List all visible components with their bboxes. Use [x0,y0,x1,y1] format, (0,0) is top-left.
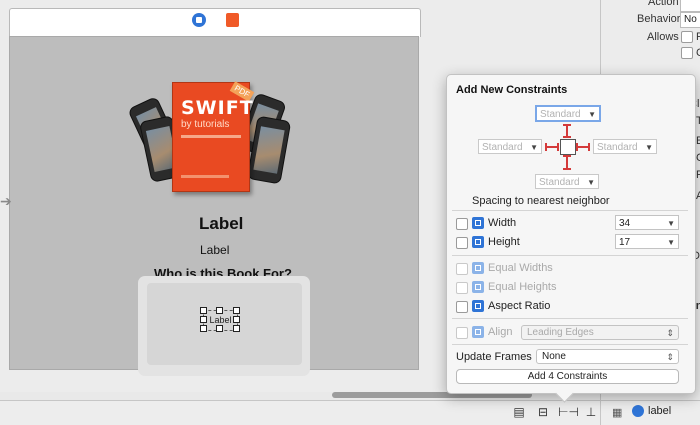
grid-icon[interactable]: ▦ [612,406,622,419]
behavior-label: Behavior [637,13,681,25]
scene-dock [9,8,421,37]
book-cover-image: PDF SWIFT by tutorials [172,81,255,192]
align-value: Leading Edges [527,327,594,338]
divider [452,255,688,256]
update-frames-value: None [542,351,566,362]
height-value: 17 [619,237,631,248]
cover-stripe [181,135,241,138]
resize-handle[interactable] [216,325,223,332]
align-label: Align [488,326,513,338]
book-subtitle-text: by tutorials [181,119,230,130]
inspector-item: E [696,135,700,147]
top-spacing-combo[interactable]: Standard ▼ [535,105,601,122]
updown-chevron-icon: ⇕ [666,328,674,338]
resize-handle[interactable] [200,325,207,332]
align-icon[interactable]: ⊟ [534,403,552,421]
strut-cap [576,143,578,151]
resolve-issues-icon[interactable]: ⊥ [582,403,600,421]
divider [452,210,688,211]
strut-cap [557,143,559,151]
aspect-ratio-icon [472,300,484,312]
aspect-ratio-checkbox[interactable] [456,301,468,313]
aspect-ratio-label: Aspect Ratio [488,300,551,312]
divider [452,344,688,345]
inspector-item: F [696,169,700,181]
align-icon [472,326,484,338]
inspector-item: T [696,115,700,127]
resize-handle[interactable] [233,307,240,314]
allows-option: C [696,47,700,59]
book-title-text: SWIFT [181,97,254,119]
left-spacing-combo[interactable]: Standard ▼ [478,139,542,154]
width-value: 34 [619,218,631,229]
updown-chevron-icon: ⇕ [666,352,674,362]
chevron-down-icon: ▼ [645,143,653,152]
resize-handle[interactable] [216,307,223,314]
resize-handle[interactable] [200,316,207,323]
bottom-spacing-combo[interactable]: Standard ▼ [535,174,599,189]
right-spacing-placeholder: Standard [597,142,638,153]
action-label: Action [648,0,679,8]
strut-cap [545,143,547,151]
width-icon [472,217,484,229]
update-frames-popup[interactable]: None ⇕ [536,349,679,364]
height-value-field[interactable]: 17 ▼ [615,234,679,249]
resize-handle[interactable] [233,316,240,323]
resize-handle[interactable] [233,325,240,332]
view-controller-icon[interactable] [192,13,206,27]
chevron-down-icon: ▼ [530,143,538,152]
equal-heights-label: Equal Heights [488,281,557,293]
strut-cap [588,143,590,151]
height-icon [472,236,484,248]
resize-handle[interactable] [200,307,207,314]
equal-heights-icon [472,281,484,293]
left-spacing-placeholder: Standard [482,142,523,153]
height-checkbox[interactable] [456,237,468,249]
constraint-target-box [560,139,576,155]
segue-arrow-icon: ➔ [0,193,12,209]
strut-cap [563,136,571,138]
subtitle-label[interactable]: Label [200,243,229,257]
right-spacing-combo[interactable]: Standard ▼ [593,139,657,154]
equal-widths-label: Equal Widths [488,262,553,274]
spacing-caption: Spacing to nearest neighbor [472,195,610,207]
chevron-down-icon: ▼ [587,178,595,187]
allows-checkbox[interactable] [681,47,693,59]
inspector-item: C [696,152,700,164]
inspector-item: A [696,190,700,202]
stack-icon[interactable]: ▤ [510,403,528,421]
update-frames-label: Update Frames [456,351,532,363]
pin-icon[interactable]: ⊢⊣ [558,403,579,421]
height-label: Height [488,236,520,248]
strut-cap [563,124,571,126]
align-popup[interactable]: Leading Edges ⇕ [521,325,679,340]
selected-object-name[interactable]: label [648,405,671,417]
chevron-down-icon: ▼ [667,219,675,228]
cover-stripe [181,175,229,178]
first-responder-icon[interactable] [226,13,239,27]
chevron-down-icon: ▼ [667,238,675,247]
strut-cap [563,155,571,157]
title-label[interactable]: Label [199,214,243,234]
width-label: Width [488,217,517,229]
width-checkbox[interactable] [456,218,468,230]
chevron-down-icon: ▼ [588,110,596,119]
equal-widths-checkbox[interactable] [456,263,468,275]
allows-checkbox[interactable] [681,31,693,43]
bottom-spacing-placeholder: Standard [539,177,580,188]
popover-title: Add New Constraints [456,84,568,96]
top-spacing-placeholder: Standard [540,109,581,120]
allows-option: F [696,31,700,43]
object-icon [632,405,644,417]
action-field[interactable] [680,0,700,12]
add-constraints-button[interactable]: Add 4 Constraints [456,369,679,384]
allows-label: Allows [647,31,679,43]
equal-widths-icon [472,262,484,274]
behavior-popup[interactable]: No [680,12,700,28]
divider [452,318,688,319]
equal-heights-checkbox[interactable] [456,282,468,294]
width-value-field[interactable]: 34 ▼ [615,215,679,230]
strut-cap [563,168,571,170]
align-checkbox[interactable] [456,327,468,339]
